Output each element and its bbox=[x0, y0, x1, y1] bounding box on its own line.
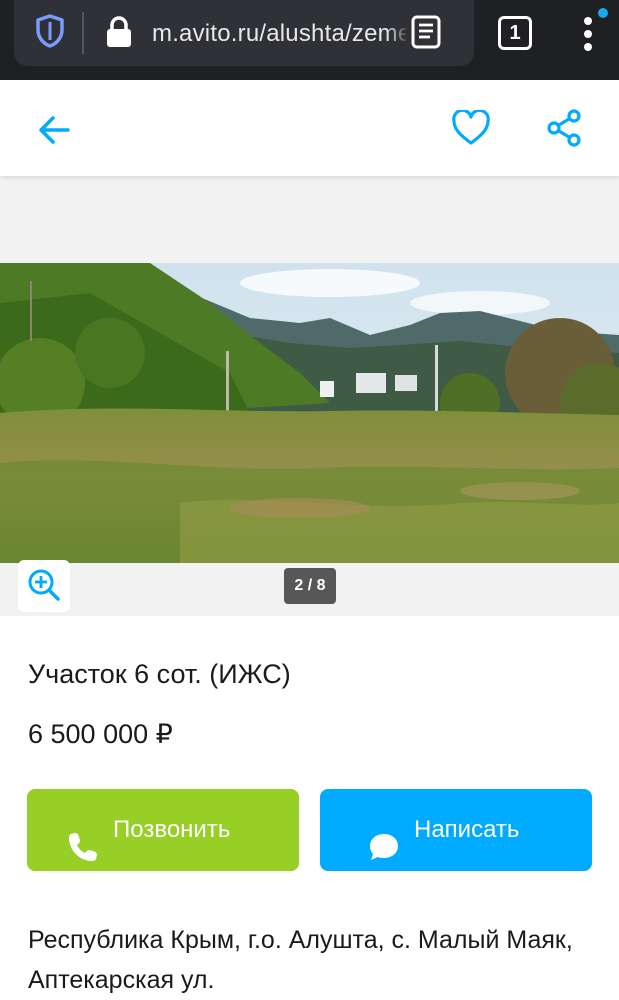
listing-price: 6 500 000 ₽ bbox=[28, 719, 173, 749]
photo-gallery[interactable]: 2 / 8 bbox=[0, 176, 619, 616]
call-button[interactable]: Позвонить bbox=[27, 789, 299, 871]
phone-icon bbox=[67, 815, 99, 861]
url-divider bbox=[82, 12, 84, 54]
address-bar[interactable]: m.avito.ru/alushta/zemelnye_uchastki bbox=[14, 0, 474, 66]
listing-photo[interactable] bbox=[0, 263, 619, 563]
call-button-label: Позвонить bbox=[113, 816, 231, 843]
notification-dot bbox=[598, 8, 608, 18]
app-header bbox=[0, 80, 619, 176]
listing-title: Участок 6 сот. (ИЖС) bbox=[28, 659, 291, 689]
arrow-left-icon[interactable] bbox=[36, 112, 72, 148]
reader-mode-icon[interactable] bbox=[410, 14, 442, 50]
tabs-counter[interactable]: 1 bbox=[498, 16, 532, 50]
photo-counter: 2 / 8 bbox=[284, 568, 336, 604]
zoom-in-icon[interactable] bbox=[18, 560, 70, 612]
write-button-label: Написать bbox=[414, 816, 520, 843]
url-fade bbox=[386, 12, 410, 56]
chat-bubble-icon bbox=[368, 815, 400, 860]
lock-icon[interactable] bbox=[106, 16, 132, 48]
url-text[interactable]: m.avito.ru/alushta/zemelnye_uchastki bbox=[152, 18, 406, 50]
listing-address: Республика Крым, г.о. Алушта, с. Малый М… bbox=[28, 926, 573, 994]
heart-outline-icon[interactable] bbox=[452, 108, 490, 146]
shield-icon[interactable] bbox=[36, 14, 64, 48]
write-message-button[interactable]: Написать bbox=[320, 789, 592, 871]
more-vertical-icon[interactable] bbox=[578, 12, 598, 56]
browser-toolbar: m.avito.ru/alushta/zemelnye_uchastki 1 bbox=[0, 0, 619, 80]
share-icon[interactable] bbox=[545, 108, 583, 148]
